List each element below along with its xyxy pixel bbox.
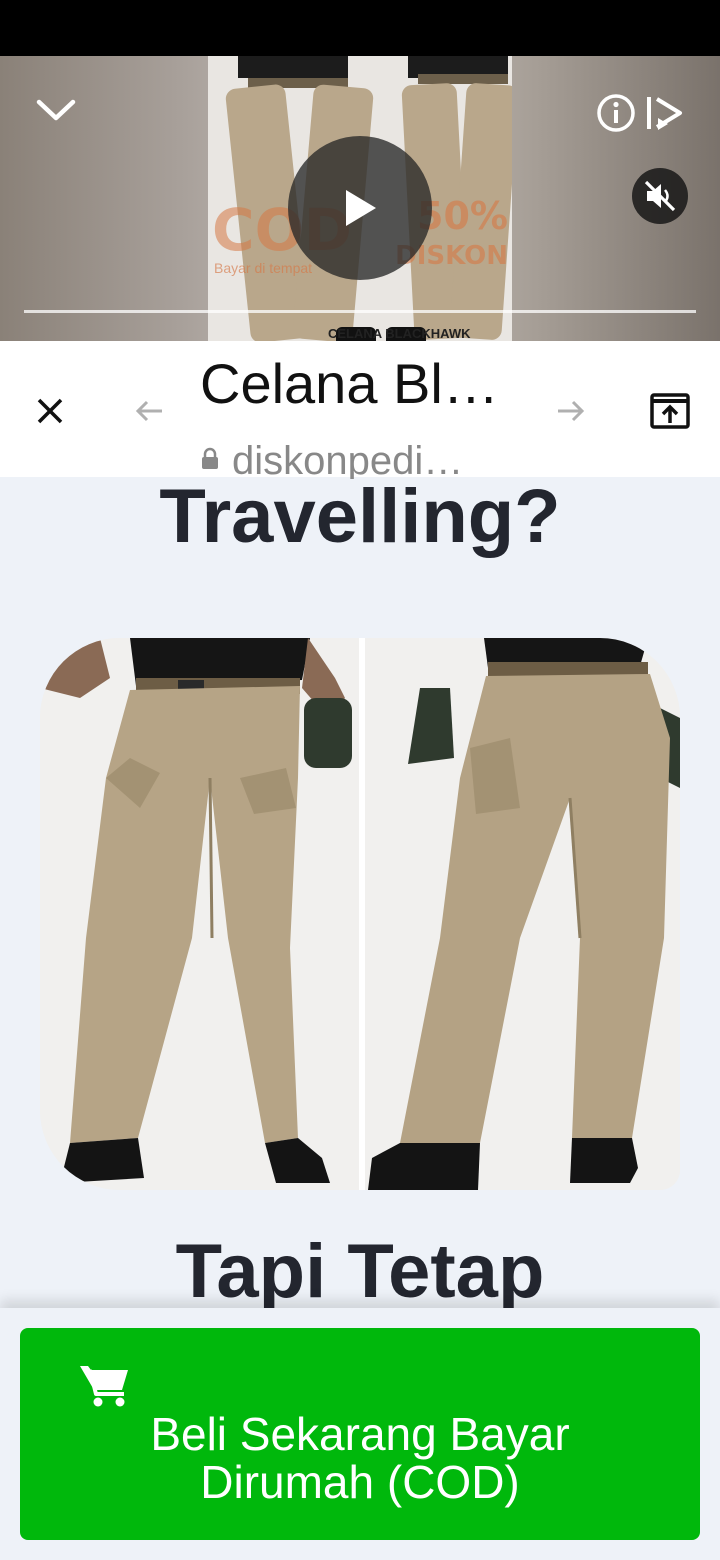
info-icon[interactable]	[596, 93, 636, 133]
heading-travelling: Travelling?	[159, 474, 561, 559]
buy-now-cod-label: Beli Sekarang Bayar Dirumah (COD)	[150, 1408, 570, 1508]
thumb-shirt-left	[238, 56, 348, 78]
close-button[interactable]	[30, 391, 70, 431]
open-in-browser-icon[interactable]	[646, 387, 694, 435]
page-url: diskonpedi…	[232, 439, 464, 479]
arrow-right-icon[interactable]	[552, 393, 588, 429]
video-progress-bar[interactable]	[24, 310, 696, 313]
shopping-cart-icon	[80, 1366, 128, 1407]
heading-tapi-tetap: Tapi Tetap	[175, 1229, 545, 1314]
play-next-icon[interactable]	[644, 91, 686, 135]
chevron-down-icon[interactable]	[34, 94, 78, 126]
video-player[interactable]: COD Bayar di tempat 50% DISKON CELANA BL…	[0, 56, 720, 341]
volume-muted-icon	[644, 180, 676, 212]
thumb-caption: CELANA BLACKHAWK	[328, 326, 471, 341]
close-icon	[37, 398, 63, 424]
cargo-pants-image	[40, 638, 680, 1190]
play-button[interactable]	[288, 136, 432, 280]
play-icon	[346, 190, 376, 226]
page-title: Celana Bl…	[200, 352, 499, 415]
product-image	[40, 638, 680, 1190]
status-bar	[0, 0, 720, 56]
bottom-cta-panel: Beli Sekarang Bayar Dirumah (COD)	[0, 1308, 720, 1560]
browser-nav-bar: Celana Bl… diskonpedi…	[0, 341, 720, 479]
thumb-cod-sub: Bayar di tempat	[214, 260, 313, 276]
mute-button[interactable]	[632, 168, 688, 224]
lock-icon	[202, 447, 218, 469]
buy-now-cod-button[interactable]: Beli Sekarang Bayar Dirumah (COD)	[20, 1328, 700, 1540]
thumb-belt-right	[418, 74, 508, 84]
url-row: diskonpedi…	[200, 439, 463, 479]
arrow-left-icon[interactable]	[132, 393, 168, 429]
